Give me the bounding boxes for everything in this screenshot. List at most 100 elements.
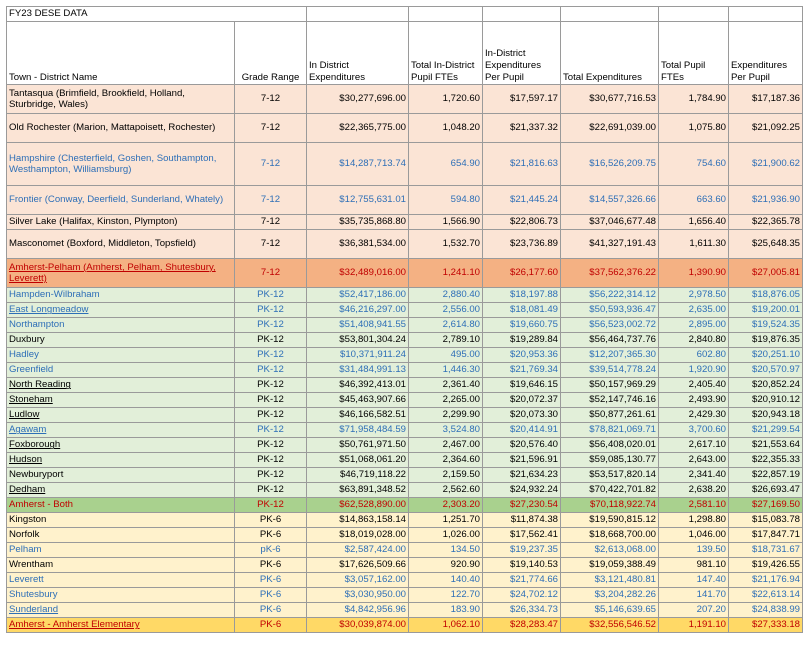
- total-expenditures-cell[interactable]: $5,146,639.65: [560, 602, 659, 618]
- total-expenditures-cell[interactable]: $56,222,314.12: [560, 287, 659, 303]
- district-name-cell[interactable]: Masconomet (Boxford, Middleton, Topsfiel…: [6, 229, 235, 259]
- total-expenditures-cell[interactable]: $39,514,778.24: [560, 362, 659, 378]
- in-district-ftes-cell[interactable]: 2,265.00: [408, 392, 483, 408]
- in-district-per-pupil-cell[interactable]: $26,177.60: [482, 258, 561, 288]
- grade-range-cell[interactable]: PK-12: [234, 362, 307, 378]
- in-district-per-pupil-cell[interactable]: $17,597.17: [482, 84, 561, 114]
- total-ftes-cell[interactable]: 2,493.90: [658, 392, 729, 408]
- in-district-per-pupil-cell[interactable]: $19,646.15: [482, 377, 561, 393]
- in-district-per-pupil-cell[interactable]: $11,874.38: [482, 512, 561, 528]
- district-name-cell[interactable]: Sunderland: [6, 602, 235, 618]
- in-district-expenditures-cell[interactable]: $14,287,713.74: [306, 142, 409, 186]
- total-ftes-cell[interactable]: 2,638.20: [658, 482, 729, 498]
- total-ftes-cell[interactable]: 1,920.90: [658, 362, 729, 378]
- grade-range-cell[interactable]: PK-12: [234, 302, 307, 318]
- total-ftes-cell[interactable]: 3,700.60: [658, 422, 729, 438]
- expenditures-per-pupil-cell[interactable]: $20,251.10: [728, 347, 803, 363]
- grade-range-cell[interactable]: 7-12: [234, 142, 307, 186]
- district-name-cell[interactable]: Amherst - Amherst Elementary: [6, 617, 235, 633]
- in-district-per-pupil-cell[interactable]: $23,736.89: [482, 229, 561, 259]
- in-district-per-pupil-cell[interactable]: $20,576.40: [482, 437, 561, 453]
- in-district-per-pupil-cell[interactable]: $20,073.30: [482, 407, 561, 423]
- in-district-ftes-cell[interactable]: 654.90: [408, 142, 483, 186]
- total-ftes-cell[interactable]: 2,978.50: [658, 287, 729, 303]
- in-district-ftes-cell[interactable]: 183.90: [408, 602, 483, 618]
- grade-range-cell[interactable]: PK-6: [234, 602, 307, 618]
- total-expenditures-cell[interactable]: $50,877,261.61: [560, 407, 659, 423]
- in-district-ftes-cell[interactable]: 2,303.20: [408, 497, 483, 513]
- expenditures-per-pupil-cell[interactable]: $20,570.97: [728, 362, 803, 378]
- total-expenditures-cell[interactable]: $30,677,716.53: [560, 84, 659, 114]
- expenditures-per-pupil-cell[interactable]: $27,169.50: [728, 497, 803, 513]
- district-name-cell[interactable]: Leverett: [6, 572, 235, 588]
- grade-range-cell[interactable]: PK-12: [234, 422, 307, 438]
- total-expenditures-cell[interactable]: $3,204,282.26: [560, 587, 659, 603]
- grade-range-cell[interactable]: PK-12: [234, 467, 307, 483]
- in-district-ftes-cell[interactable]: 3,524.80: [408, 422, 483, 438]
- in-district-ftes-cell[interactable]: 2,467.00: [408, 437, 483, 453]
- total-expenditures-cell[interactable]: $70,118,922.74: [560, 497, 659, 513]
- district-name-cell[interactable]: Shutesbury: [6, 587, 235, 603]
- district-name-cell[interactable]: Frontier (Conway, Deerfield, Sunderland,…: [6, 185, 235, 215]
- expenditures-per-pupil-cell[interactable]: $19,876.35: [728, 332, 803, 348]
- district-name-cell[interactable]: Old Rochester (Marion, Mattapoisett, Roc…: [6, 113, 235, 143]
- in-district-expenditures-cell[interactable]: $14,863,158.14: [306, 512, 409, 528]
- total-expenditures-cell[interactable]: $41,327,191.43: [560, 229, 659, 259]
- grade-range-cell[interactable]: PK-12: [234, 317, 307, 333]
- expenditures-per-pupil-cell[interactable]: $20,910.12: [728, 392, 803, 408]
- total-ftes-cell[interactable]: 602.80: [658, 347, 729, 363]
- total-ftes-cell[interactable]: 139.50: [658, 542, 729, 558]
- total-expenditures-cell[interactable]: $37,046,677.48: [560, 214, 659, 230]
- in-district-ftes-cell[interactable]: 2,614.80: [408, 317, 483, 333]
- in-district-expenditures-cell[interactable]: $46,392,413.01: [306, 377, 409, 393]
- in-district-expenditures-cell[interactable]: $45,463,907.66: [306, 392, 409, 408]
- in-district-ftes-cell[interactable]: 2,556.00: [408, 302, 483, 318]
- header-district[interactable]: Town - District Name: [6, 21, 235, 85]
- district-name-cell[interactable]: Amherst - Both: [6, 497, 235, 513]
- in-district-per-pupil-cell[interactable]: $28,283.47: [482, 617, 561, 633]
- expenditures-per-pupil-cell[interactable]: $20,852.24: [728, 377, 803, 393]
- grade-range-cell[interactable]: PK-6: [234, 527, 307, 543]
- expenditures-per-pupil-cell[interactable]: $21,092.25: [728, 113, 803, 143]
- total-ftes-cell[interactable]: 2,405.40: [658, 377, 729, 393]
- district-name-cell[interactable]: Pelham: [6, 542, 235, 558]
- grade-range-cell[interactable]: PK-6: [234, 587, 307, 603]
- expenditures-per-pupil-cell[interactable]: $22,355.33: [728, 452, 803, 468]
- expenditures-per-pupil-cell[interactable]: $24,838.99: [728, 602, 803, 618]
- total-ftes-cell[interactable]: 2,617.10: [658, 437, 729, 453]
- district-name-cell[interactable]: Wrentham: [6, 557, 235, 573]
- total-expenditures-cell[interactable]: $59,085,130.77: [560, 452, 659, 468]
- header-total-expenditures[interactable]: Total Expenditures: [560, 21, 659, 85]
- in-district-ftes-cell[interactable]: 122.70: [408, 587, 483, 603]
- in-district-expenditures-cell[interactable]: $4,842,956.96: [306, 602, 409, 618]
- in-district-ftes-cell[interactable]: 2,159.50: [408, 467, 483, 483]
- total-ftes-cell[interactable]: 663.60: [658, 185, 729, 215]
- in-district-ftes-cell[interactable]: 2,880.40: [408, 287, 483, 303]
- in-district-expenditures-cell[interactable]: $17,626,509.66: [306, 557, 409, 573]
- in-district-expenditures-cell[interactable]: $36,381,534.00: [306, 229, 409, 259]
- in-district-expenditures-cell[interactable]: $30,277,696.00: [306, 84, 409, 114]
- in-district-expenditures-cell[interactable]: $63,891,348.52: [306, 482, 409, 498]
- total-ftes-cell[interactable]: 981.10: [658, 557, 729, 573]
- grade-range-cell[interactable]: PK-12: [234, 482, 307, 498]
- district-name-cell[interactable]: Amherst-Pelham (Amherst, Pelham, Shutesb…: [6, 258, 235, 288]
- in-district-per-pupil-cell[interactable]: $19,237.35: [482, 542, 561, 558]
- in-district-per-pupil-cell[interactable]: $21,596.91: [482, 452, 561, 468]
- district-name-cell[interactable]: Foxborough: [6, 437, 235, 453]
- grade-range-cell[interactable]: 7-12: [234, 214, 307, 230]
- grade-range-cell[interactable]: 7-12: [234, 113, 307, 143]
- total-expenditures-cell[interactable]: $50,157,969.29: [560, 377, 659, 393]
- total-expenditures-cell[interactable]: $19,059,388.49: [560, 557, 659, 573]
- in-district-per-pupil-cell[interactable]: $24,702.12: [482, 587, 561, 603]
- grade-range-cell[interactable]: PK-12: [234, 332, 307, 348]
- in-district-expenditures-cell[interactable]: $52,417,186.00: [306, 287, 409, 303]
- expenditures-per-pupil-cell[interactable]: $18,731.67: [728, 542, 803, 558]
- in-district-ftes-cell[interactable]: 1,241.10: [408, 258, 483, 288]
- in-district-per-pupil-cell[interactable]: $18,197.88: [482, 287, 561, 303]
- in-district-per-pupil-cell[interactable]: $24,932.24: [482, 482, 561, 498]
- in-district-ftes-cell[interactable]: 1,048.20: [408, 113, 483, 143]
- header-total-ftes[interactable]: Total Pupil FTEs: [658, 21, 729, 85]
- header-in-district-ftes[interactable]: Total In-District Pupil FTEs: [408, 21, 483, 85]
- expenditures-per-pupil-cell[interactable]: $22,613.14: [728, 587, 803, 603]
- total-ftes-cell[interactable]: 2,341.40: [658, 467, 729, 483]
